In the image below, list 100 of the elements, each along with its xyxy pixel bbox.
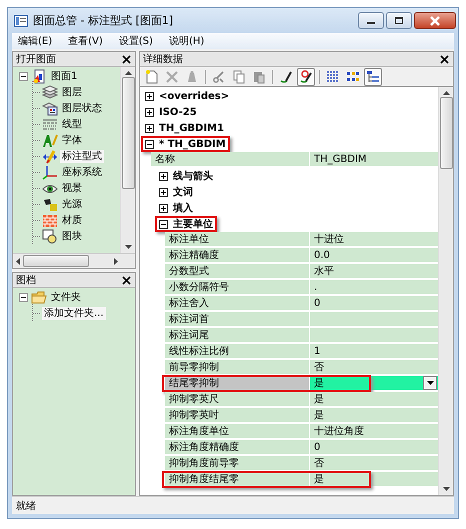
down-arrow-icon[interactable]: [442, 487, 450, 491]
collapse-icon[interactable]: [19, 292, 28, 302]
close-icon[interactable]: [440, 54, 449, 64]
left-arrow-icon[interactable]: [16, 258, 20, 264]
close-button[interactable]: [414, 12, 456, 29]
vertical-scrollbar[interactable]: [438, 87, 453, 495]
expander-icon[interactable]: [159, 220, 168, 228]
expander-icon[interactable]: [145, 108, 154, 116]
group-row[interactable]: ISO-25: [141, 104, 201, 120]
property-row[interactable]: 标注角度精确度 0: [165, 440, 438, 456]
tree-item[interactable]: 光源: [60, 198, 84, 210]
property-value[interactable]: 十进位: [310, 232, 438, 247]
property-row[interactable]: 前导零抑制 否: [165, 360, 438, 376]
property-row[interactable]: 名称 TH_GBDIM: [151, 152, 438, 168]
property-name: 小数分隔符号: [165, 280, 310, 295]
expander-icon[interactable]: [145, 124, 154, 132]
menu-item[interactable]: 设置(S): [118, 34, 153, 48]
property-row[interactable]: 小数分隔符号 .: [165, 280, 438, 296]
dropdown-button[interactable]: [423, 376, 437, 390]
expander-icon[interactable]: [159, 204, 168, 212]
horizontal-scrollbar[interactable]: [13, 253, 135, 268]
layers-icon: [42, 84, 58, 100]
expander-icon[interactable]: [145, 92, 154, 100]
panel-title: 详细数据: [143, 52, 184, 66]
property-name: 标注词尾: [165, 328, 310, 343]
group-row[interactable]: TH_GBDIM1: [141, 120, 228, 136]
tree-item[interactable]: 字体: [60, 134, 84, 146]
group-row[interactable]: 填入: [155, 200, 197, 216]
expander-icon[interactable]: [145, 140, 154, 148]
close-icon[interactable]: [122, 54, 131, 64]
tree-item[interactable]: 标注型式: [60, 150, 104, 162]
close-icon[interactable]: [122, 276, 131, 284]
property-row[interactable]: 抑制零英吋 是: [165, 408, 438, 424]
tree-item[interactable]: 座标系统: [60, 166, 104, 178]
tree-item[interactable]: 添加文件夹...: [42, 306, 106, 320]
property-name: 线性标注比例: [165, 344, 310, 359]
property-row[interactable]: 标注词首: [165, 312, 438, 328]
tree-item[interactable]: 图层状态: [60, 102, 104, 114]
property-name: 抑制零英尺: [165, 392, 310, 407]
maximize-button[interactable]: [386, 12, 412, 29]
property-row[interactable]: 标注词尾: [165, 328, 438, 344]
property-value[interactable]: 0: [310, 440, 438, 455]
vertical-scrollbar[interactable]: [120, 67, 135, 253]
font-icon: [42, 132, 58, 148]
axes-icon: [42, 164, 58, 180]
scrollbar-thumb[interactable]: [23, 255, 89, 267]
light-icon: [42, 196, 58, 212]
property-name: 抑制零英吋: [165, 408, 310, 423]
pen-check-icon[interactable]: [297, 68, 315, 86]
property-value[interactable]: 水平: [310, 264, 438, 279]
property-row[interactable]: 抑制角度前导零 否: [165, 456, 438, 472]
property-value[interactable]: 是: [310, 408, 438, 423]
up-arrow-icon[interactable]: [124, 71, 132, 75]
group-row[interactable]: 线与箭头: [155, 168, 217, 184]
menu-item[interactable]: 编辑(E): [18, 34, 52, 48]
window-title: 图面总管 - 标注型式 [图面1]: [33, 13, 174, 28]
menu-item[interactable]: 说明(H): [168, 34, 204, 48]
property-value[interactable]: 是: [310, 472, 438, 487]
tree-view-icon[interactable]: [364, 68, 382, 86]
property-value[interactable]: TH_GBDIM: [310, 152, 438, 167]
panel-title: 打开图面: [16, 52, 57, 66]
tree-item[interactable]: 材质: [60, 214, 84, 226]
property-row[interactable]: 抑制零英尺 是: [165, 392, 438, 408]
brick-icon: [42, 212, 58, 228]
property-row[interactable]: 标注单位 十进位: [165, 232, 438, 248]
menu-item[interactable]: 查看(V): [68, 34, 103, 48]
expander-icon[interactable]: [159, 172, 168, 180]
property-value[interactable]: 十进位角度: [310, 424, 438, 439]
property-row[interactable]: 标注角度单位 十进位角度: [165, 424, 438, 440]
property-row[interactable]: 线性标注比例 1: [165, 344, 438, 360]
property-value[interactable]: 1: [310, 344, 438, 359]
property-value[interactable]: 0: [310, 296, 438, 311]
tree-item[interactable]: 线型: [60, 118, 84, 130]
scrollbar-thumb[interactable]: [440, 97, 452, 169]
tree-item[interactable]: 文件夹: [49, 290, 83, 304]
tree-item[interactable]: 图层: [60, 86, 84, 98]
expander-icon[interactable]: [159, 188, 168, 196]
property-value[interactable]: 否: [310, 456, 438, 471]
tree-item[interactable]: 图面1: [49, 70, 80, 82]
up-arrow-icon[interactable]: [442, 91, 450, 95]
property-name: 分数型式: [165, 264, 310, 279]
group-row[interactable]: 文词: [155, 184, 197, 200]
tree-item[interactable]: 图块: [60, 230, 84, 242]
property-row[interactable]: 标注精确度 0.0: [165, 248, 438, 264]
property-value[interactable]: 否: [310, 360, 438, 375]
linetype-icon: [42, 116, 58, 132]
group-row[interactable]: <overrides>: [141, 88, 234, 104]
property-value[interactable]: .: [310, 280, 438, 295]
tree-item[interactable]: 视景: [60, 182, 84, 194]
property-value[interactable]: 是: [310, 392, 438, 407]
property-row[interactable]: 标注舍入 0: [165, 296, 438, 312]
group-row[interactable]: * TH_GBDIM: [141, 136, 230, 152]
down-arrow-icon[interactable]: [124, 245, 132, 249]
property-row[interactable]: 分数型式 水平: [165, 264, 438, 280]
collapse-icon[interactable]: [19, 72, 28, 80]
scrollbar-thumb[interactable]: [122, 77, 134, 189]
property-value[interactable]: 0.0: [310, 248, 438, 263]
right-arrow-icon[interactable]: [114, 258, 118, 264]
group-row[interactable]: 主要单位: [155, 216, 217, 232]
minimize-button[interactable]: [358, 12, 384, 29]
